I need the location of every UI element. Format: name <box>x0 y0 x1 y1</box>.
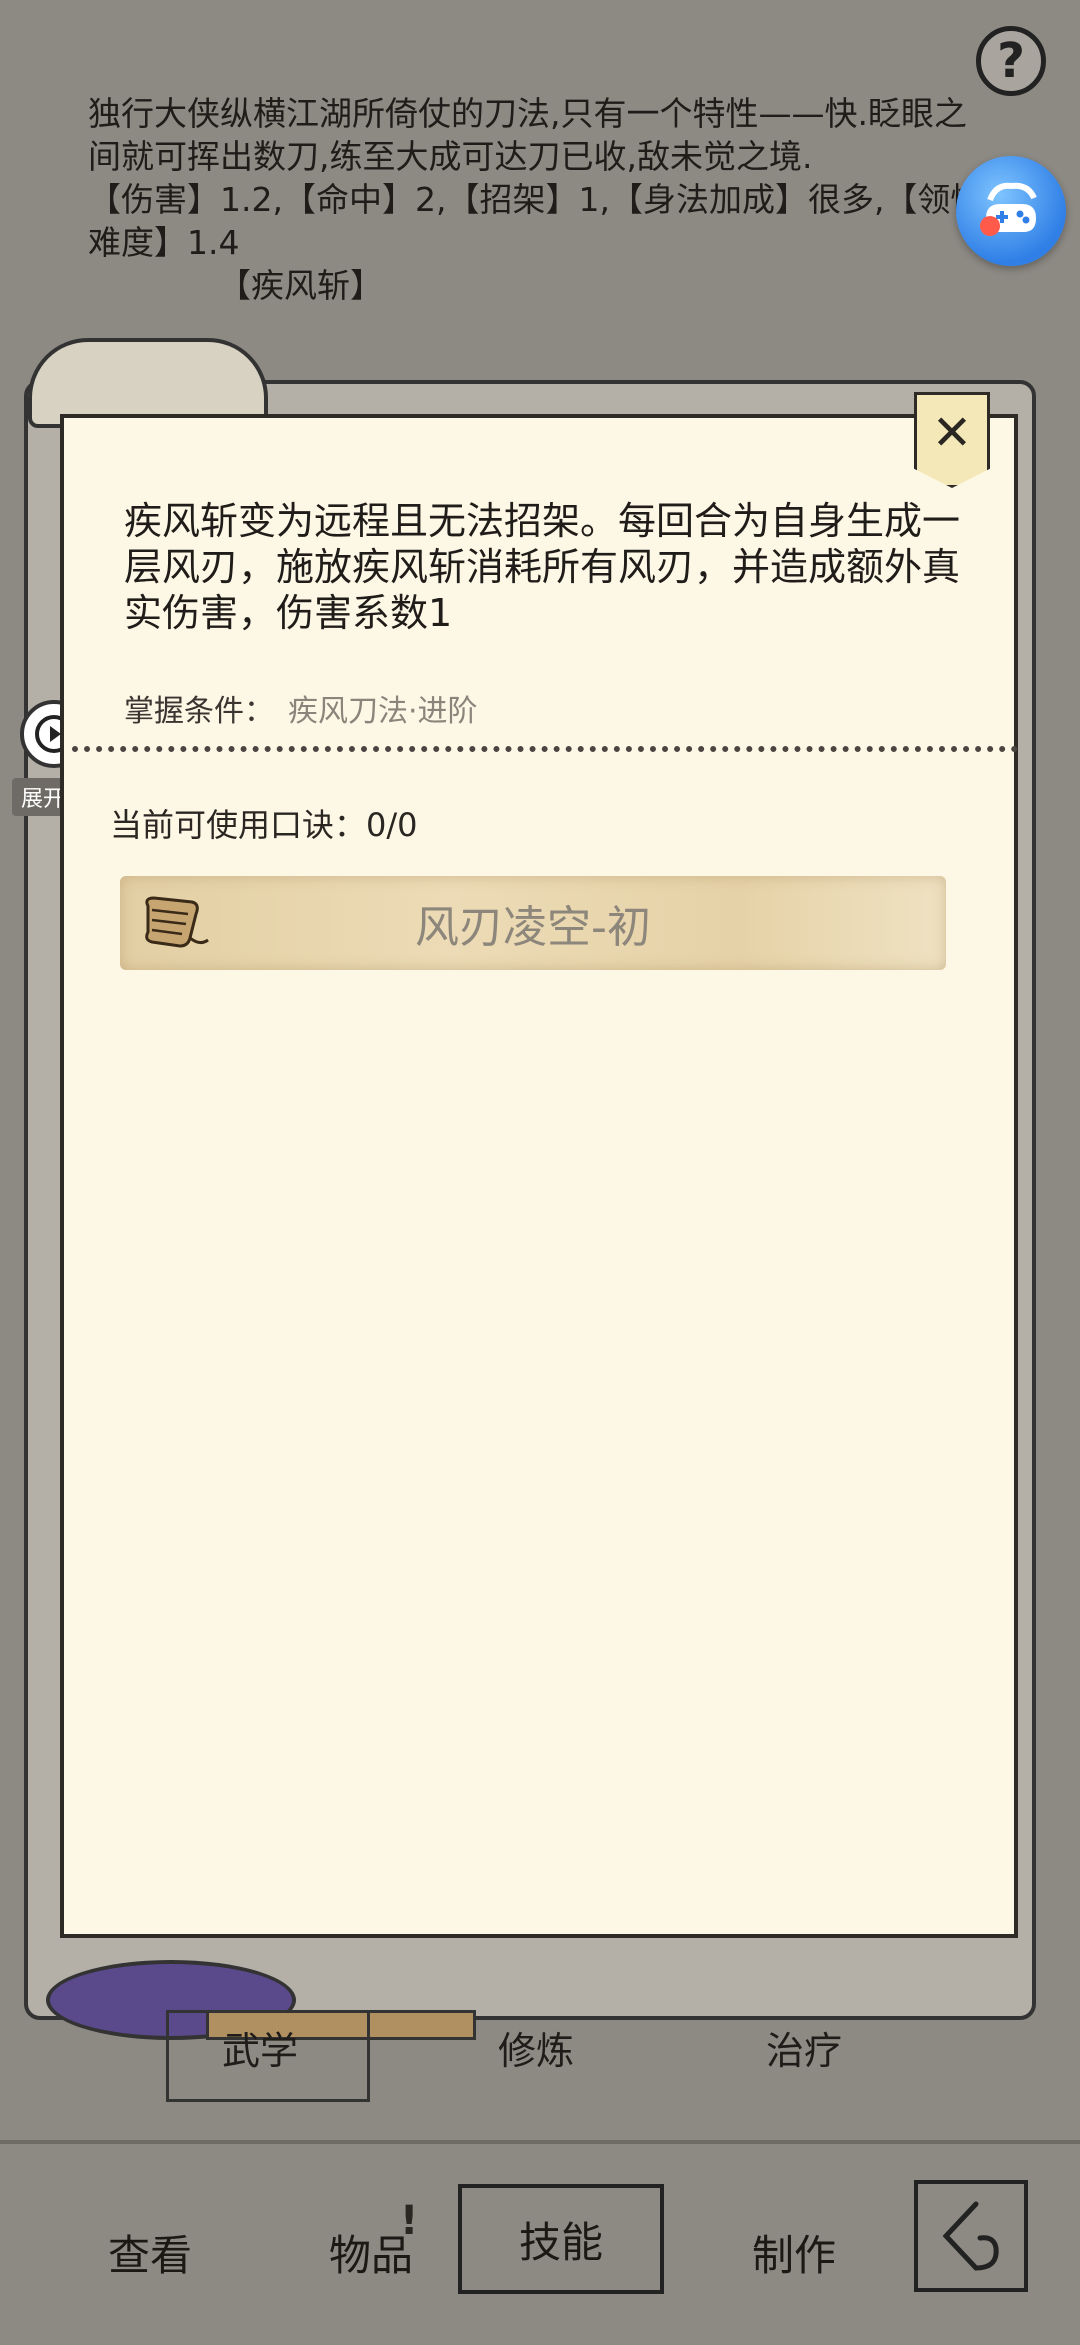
skill-detail-panel <box>60 414 1018 1938</box>
expand-label: 展开 <box>20 787 65 812</box>
current-label: 当前可使用口诀： <box>110 806 367 844</box>
help-button[interactable]: ? <box>976 26 1046 96</box>
dotted-divider <box>72 746 1018 752</box>
subtab-training[interactable]: 修炼 <box>498 2020 574 2075</box>
subtab-martial[interactable]: 武学 <box>222 2020 298 2075</box>
items-notice-badge: ! <box>400 2198 419 2244</box>
back-button[interactable] <box>914 2180 1028 2292</box>
close-icon: ✕ <box>931 405 973 461</box>
mastery-label: 掌握条件： <box>124 694 274 729</box>
mantra-item[interactable]: 风刃凌空-初 <box>120 876 946 970</box>
mastery-value: 疾风刀法·进阶 <box>288 694 478 729</box>
description-text: 独行大侠纵横江湖所倚仗的刀法,只有一个特性——快.眨眼之间就可挥出数刀,练至大成… <box>88 94 967 176</box>
subtab-healing[interactable]: 治疗 <box>766 2020 842 2075</box>
divider <box>0 2140 1080 2144</box>
mantra-name: 风刃凌空-初 <box>415 902 651 953</box>
help-icon: ? <box>997 33 1025 89</box>
martial-art-description: 独行大侠纵横江湖所倚仗的刀法,只有一个特性——快.眨眼之间就可挥出数刀,练至大成… <box>88 92 988 307</box>
back-arrow-icon <box>942 2201 999 2271</box>
close-button[interactable]: ✕ <box>914 392 990 488</box>
nav-items[interactable]: 物品 <box>296 2212 446 2292</box>
skill-effect-text: 疾风斩变为远程且无法招架。每回合为自身生成一层风刃，施放疾风斩消耗所有风刃，并造… <box>124 499 961 635</box>
game-assistant-icon[interactable] <box>956 156 1066 266</box>
mastery-condition: 掌握条件： 疾风刀法·进阶 <box>124 686 478 730</box>
current-value: 0/0 <box>366 806 418 844</box>
bottom-nav: 查看 物品 ! 技能 制作 <box>0 2150 1080 2345</box>
nav-skills[interactable]: 技能 <box>458 2184 664 2294</box>
nav-view[interactable]: 查看 <box>80 2212 220 2292</box>
stats-text: 【伤害】1.2,【命中】2,【招架】1,【身法加成】很多,【领悟难度】1.4 <box>88 180 984 262</box>
gamepad-icon <box>980 182 1037 236</box>
current-mantra-count: 当前可使用口诀：0/0 <box>110 800 418 846</box>
partial-skill-text: 【疾风斩】 <box>218 266 383 305</box>
nav-craft[interactable]: 制作 <box>724 2212 864 2292</box>
